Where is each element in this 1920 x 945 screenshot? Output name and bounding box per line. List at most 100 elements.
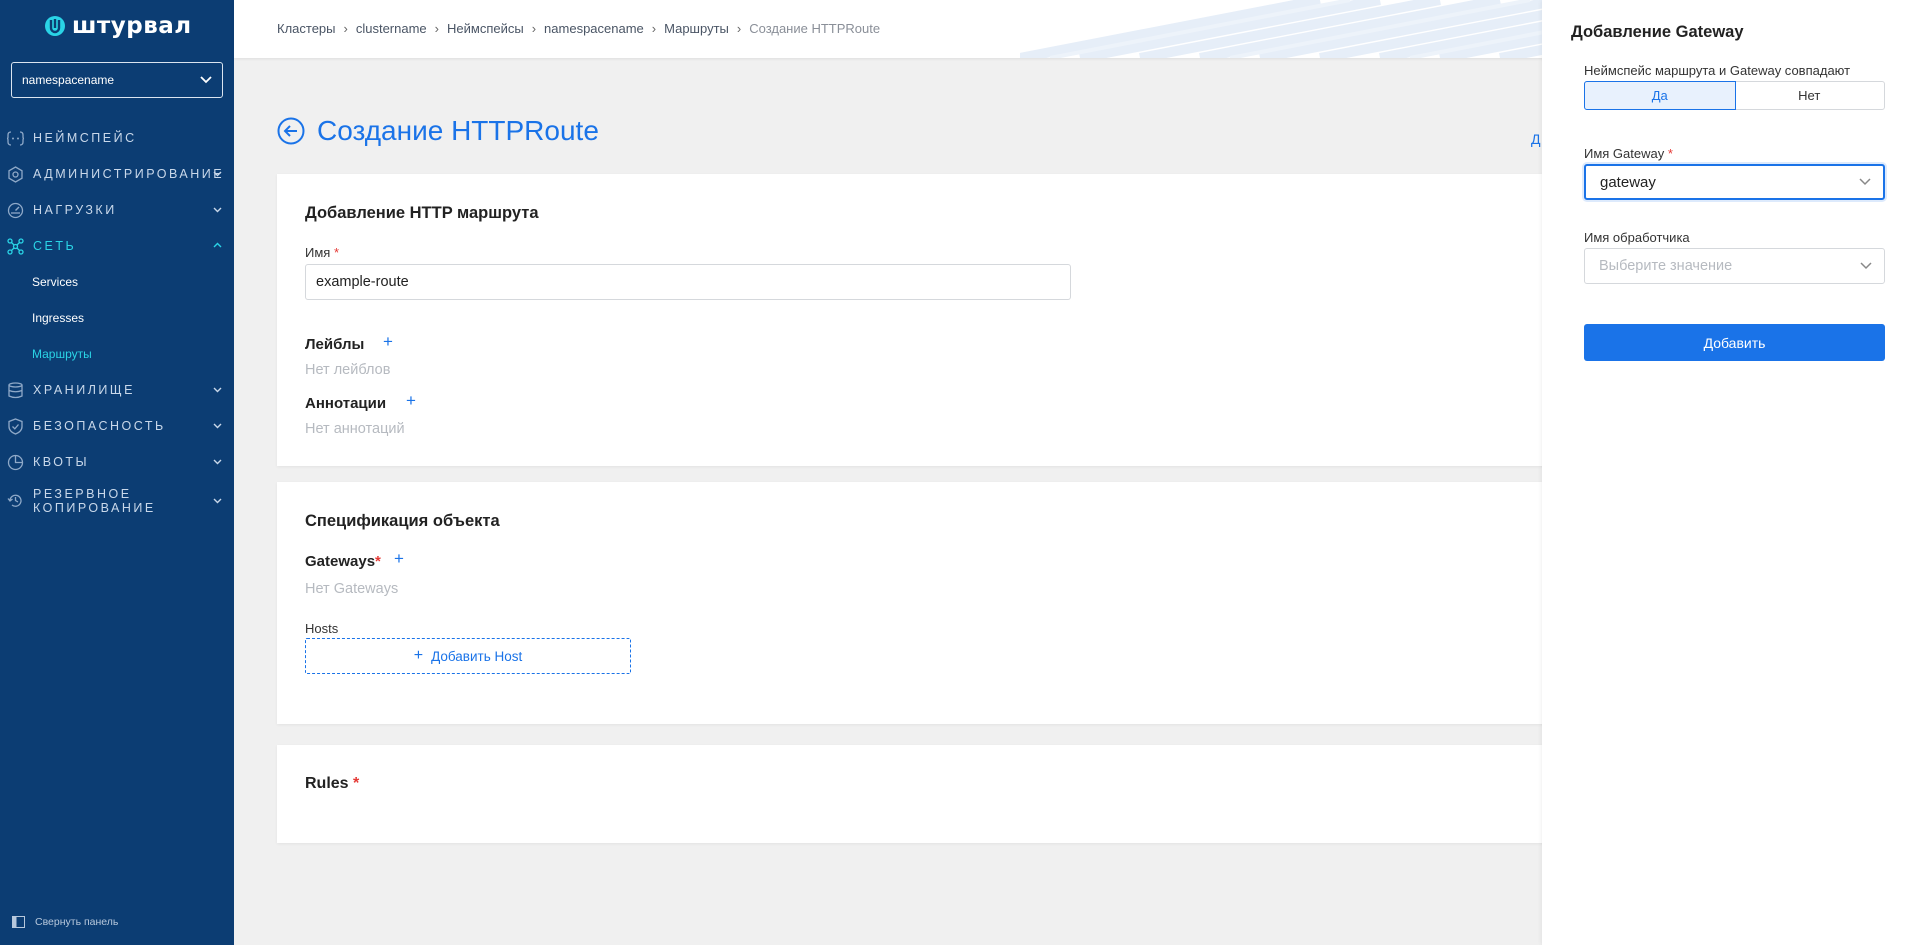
name-label-text: Имя [305, 245, 331, 260]
sidebar-item-label: РЕЗЕРВНОЕ КОПИРОВАНИЕ [33, 487, 156, 515]
sidebar-subitem-services[interactable]: Services [0, 264, 234, 300]
namespace-select[interactable]: namespacename [11, 62, 223, 98]
collapse-panel-button[interactable]: Свернуть панель [12, 916, 118, 928]
breadcrumb-namespace[interactable]: namespacename [544, 21, 644, 36]
namespace-icon [7, 131, 24, 146]
add-label-icon[interactable]: + [383, 332, 393, 352]
breadcrumb-clusters[interactable]: Кластеры [277, 21, 336, 36]
panel-collapse-icon [12, 916, 25, 928]
collapse-panel-label: Свернуть панель [35, 916, 119, 928]
annotations-title: Аннотации [305, 395, 387, 412]
network-icon [7, 238, 24, 255]
rules-title: Rules * [305, 775, 359, 793]
add-gateway-drawer: Добавление Gateway Неймспейс маршрута и … [1542, 0, 1920, 945]
sidebar-subitem-routes[interactable]: Маршруты [0, 336, 234, 372]
sidebar-item-administration[interactable]: АДМИНИСТРИРОВАНИЕ [0, 156, 234, 192]
breadcrumb: Кластеры › clustername › Неймспейсы › na… [277, 21, 880, 36]
gateway-name-label-text: Имя Gateway [1584, 146, 1665, 161]
chevron-down-icon [200, 76, 212, 84]
required-mark: * [333, 245, 340, 260]
shield-icon [8, 418, 23, 435]
add-gateway-submit-button[interactable]: Добавить [1584, 324, 1885, 361]
backup-icon [7, 494, 22, 507]
sidebar-nav: НЕЙМСПЕЙС АДМИНИСТРИРОВАНИЕ НАГРУЗКИ СЕТ… [0, 120, 234, 522]
gateway-name-value: gateway [1600, 173, 1656, 191]
breadcrumb-namespaces[interactable]: Неймспейсы [447, 21, 524, 36]
breadcrumb-separator: › [434, 21, 439, 36]
breadcrumb-separator: › [651, 21, 657, 36]
card-title: Спецификация объекта [305, 512, 500, 530]
ns-match-toggle: Да Нет [1584, 81, 1885, 110]
sidebar-item-label: ХРАНИЛИЩЕ [33, 383, 135, 397]
sidebar-item-storage[interactable]: ХРАНИЛИЩЕ [0, 372, 234, 408]
sidebar-subitem-label: Маршруты [32, 347, 92, 361]
sidebar-item-namespace[interactable]: НЕЙМСПЕЙС [0, 120, 234, 156]
breadcrumb-cluster[interactable]: clustername [356, 21, 427, 36]
labels-empty: Нет лейблов [305, 362, 391, 378]
add-gateway-icon[interactable]: + [394, 549, 404, 569]
gateways-title-text: Gateways [305, 553, 376, 570]
drawer-title: Добавление Gateway [1571, 23, 1744, 41]
breadcrumb-separator: › [531, 21, 537, 36]
annotations-empty: Нет аннотаций [305, 421, 405, 437]
chevron-up-icon [213, 242, 222, 248]
breadcrumb-separator: › [343, 21, 348, 36]
card-title: Добавление HTTP маршрута [305, 204, 539, 222]
sidebar-item-quotas[interactable]: КВОТЫ [0, 444, 234, 480]
chevron-down-icon [213, 207, 222, 213]
breadcrumb-separator: › [736, 21, 742, 36]
logo-text: штурвал [72, 13, 192, 39]
gateways-title: Gateways* [305, 553, 381, 570]
chevron-down-icon [1859, 178, 1871, 186]
chevron-down-icon [213, 423, 222, 429]
sidebar-item-label: БЕЗОПАСНОСТЬ [33, 419, 166, 433]
ns-match-no-button[interactable]: Нет [1735, 82, 1885, 109]
required-mark: * [375, 553, 381, 570]
handler-name-placeholder: Выберите значение [1599, 258, 1733, 274]
breadcrumb-routes[interactable]: Маршруты [664, 21, 729, 36]
labels-title: Лейблы [305, 336, 365, 353]
gear-icon [8, 166, 23, 183]
sidebar-item-backup[interactable]: РЕЗЕРВНОЕ КОПИРОВАНИЕ [0, 480, 234, 522]
ns-match-yes-button[interactable]: Да [1584, 81, 1736, 110]
object-spec-card: Спецификация объекта Gateways* + Нет Gat… [277, 482, 1577, 724]
namespace-select-value: namespacename [22, 73, 115, 87]
sidebar-item-network[interactable]: СЕТЬ [0, 228, 234, 264]
app-logo[interactable]: штурвал [44, 13, 192, 39]
sidebar-item-label: НЕЙМСПЕЙС [33, 131, 137, 145]
sidebar-item-label: КВОТЫ [33, 455, 90, 469]
http-route-card: Добавление HTTP маршрута Имя * example-r… [277, 174, 1577, 466]
chevron-down-icon [213, 459, 222, 465]
rules-title-text: Rules [305, 775, 349, 792]
required-mark: * [353, 775, 360, 792]
sidebar-subitem-label: Services [32, 275, 79, 289]
database-icon [8, 382, 23, 399]
name-input[interactable]: example-route [305, 264, 1071, 300]
sidebar-item-label-line2: КОПИРОВАНИЕ [33, 501, 156, 515]
plus-icon: + [413, 647, 424, 664]
sidebar-subitem-label: Ingresses [32, 311, 85, 325]
docs-link[interactable]: Д [1531, 131, 1540, 147]
handler-name-select[interactable]: Выберите значение [1584, 248, 1885, 284]
chevron-down-icon [1860, 262, 1872, 270]
sidebar-subitem-ingresses[interactable]: Ingresses [0, 300, 234, 336]
chevron-down-icon [213, 171, 222, 177]
back-arrow-icon[interactable] [277, 117, 305, 145]
chevron-down-icon [213, 387, 222, 393]
gateways-empty: Нет Gateways [305, 581, 399, 597]
sidebar-item-label: АДМИНИСТРИРОВАНИЕ [33, 167, 225, 181]
sidebar-item-label: НАГРУЗКИ [33, 203, 117, 217]
name-input-value: example-route [316, 274, 409, 290]
pie-chart-icon [7, 454, 24, 471]
add-annotation-icon[interactable]: + [406, 391, 416, 411]
chevron-down-icon [213, 498, 222, 504]
gateway-name-select[interactable]: gateway [1584, 164, 1885, 200]
hosts-label: Hosts [305, 621, 339, 636]
sidebar-item-security[interactable]: БЕЗОПАСНОСТЬ [0, 408, 234, 444]
ns-match-label: Неймспейс маршрута и Gateway совпадают [1584, 63, 1851, 78]
add-host-button[interactable]: + Добавить Host [305, 638, 631, 674]
sidebar-item-label-line1: РЕЗЕРВНОЕ [33, 487, 132, 501]
name-label: Имя * [305, 245, 339, 260]
page-title: Создание HTTPRoute [277, 115, 599, 147]
sidebar-item-workloads[interactable]: НАГРУЗКИ [0, 192, 234, 228]
